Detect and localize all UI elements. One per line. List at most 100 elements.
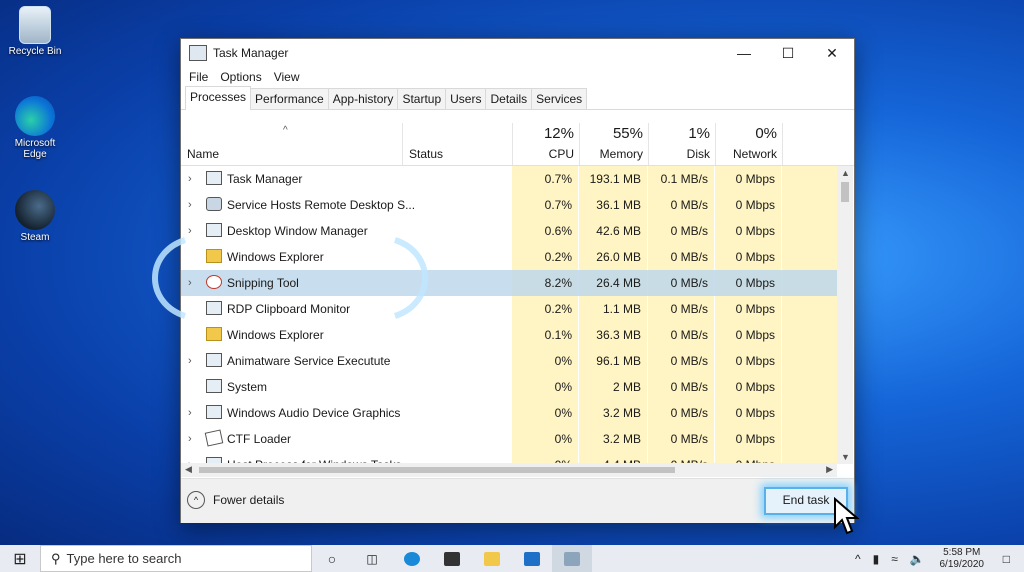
column-name-label: Name [187, 147, 220, 161]
folder-icon [206, 327, 222, 341]
chevron-right-icon[interactable]: › [188, 166, 198, 192]
disk-total: 1% [688, 125, 710, 142]
cortana-button[interactable]: ○ [312, 545, 352, 572]
column-network-label: Network [732, 147, 777, 161]
process-memory: 36.3 MB [596, 328, 641, 342]
start-button[interactable]: ⊞ [0, 549, 40, 569]
desktop-icon-steam[interactable]: Steam [0, 190, 70, 243]
process-network: 0 Mbps [735, 380, 775, 394]
minimize-button[interactable]: — [722, 39, 766, 67]
menu-options[interactable]: Options [214, 70, 267, 84]
process-cpu: 0% [554, 354, 572, 368]
process-name: Animatware Service Executute [227, 354, 391, 368]
tab-services[interactable]: Services [531, 88, 588, 109]
taskmgr-icon [564, 551, 580, 566]
chevron-right-icon[interactable]: › [188, 400, 198, 426]
vertical-scroll-thumb[interactable] [841, 182, 849, 202]
scroll-right-icon[interactable]: ▶ [826, 464, 833, 475]
chevron-right-icon[interactable]: › [188, 348, 198, 374]
mail-icon [524, 551, 540, 566]
wifi-icon[interactable]: ≈ [891, 552, 898, 566]
chevron-right-icon[interactable]: › [188, 426, 198, 452]
clock-date: 6/19/2020 [939, 558, 985, 570]
process-network: 0 Mbps [735, 328, 775, 342]
clock[interactable]: 5:58 PM 6/19/2020 [931, 547, 993, 571]
scroll-left-icon[interactable]: ◀ [185, 464, 192, 475]
process-network: 0 Mbps [735, 224, 775, 238]
taskbar-file-explorer[interactable] [472, 545, 512, 572]
taskbar-edge[interactable] [392, 545, 432, 572]
tab-users[interactable]: Users [445, 88, 487, 109]
process-disk: 0 MB/s [670, 432, 708, 446]
horizontal-scroll-thumb[interactable] [199, 467, 675, 473]
window-icon [206, 405, 222, 419]
scroll-down-icon[interactable]: ▼ [841, 452, 850, 462]
desktop-icon-recycle-bin[interactable]: Recycle Bin [0, 6, 70, 57]
column-name[interactable]: Name [181, 123, 401, 165]
process-row[interactable]: System 0% 2 MB 0 MB/s 0 Mbps [181, 374, 837, 400]
process-network: 0 Mbps [735, 198, 775, 212]
process-disk: 0 MB/s [670, 198, 708, 212]
chevron-right-icon[interactable]: › [188, 192, 198, 218]
tab-app-history[interactable]: App-history [327, 88, 399, 109]
menu-view[interactable]: View [268, 70, 306, 84]
tab-details[interactable]: Details [485, 88, 533, 109]
taskbar-mail[interactable] [512, 545, 552, 572]
mouse-cursor-icon [834, 497, 859, 535]
scroll-up-icon[interactable]: ▲ [841, 168, 850, 178]
process-row[interactable]: › Task Manager 0.7% 193.1 MB 0.1 MB/s 0 Mbps [181, 166, 837, 192]
process-memory: 42.6 MB [596, 224, 641, 238]
column-cpu[interactable]: 12% CPU [512, 123, 580, 165]
right-curved-arrow-icon [393, 237, 428, 319]
horizontal-scrollbar[interactable]: ◀ ▶ [181, 463, 837, 477]
process-disk: 0 MB/s [670, 302, 708, 316]
menu-file[interactable]: File [183, 70, 214, 84]
search-placeholder: Type here to search [66, 551, 182, 566]
process-memory: 26.4 MB [596, 276, 641, 290]
desktop-icon-edge[interactable]: Microsoft Edge [0, 96, 70, 160]
tab-performance[interactable]: Performance [250, 88, 329, 109]
tab-startup[interactable]: Startup [397, 88, 447, 109]
process-disk: 0 MB/s [670, 276, 708, 290]
edge-icon [404, 551, 420, 566]
edge-icon [15, 96, 55, 136]
task-view-button[interactable]: ◫ [352, 545, 392, 572]
vertical-scrollbar[interactable]: ▲ ▼ [837, 166, 853, 464]
chevron-up-icon: ^ [187, 491, 205, 509]
title-bar[interactable]: Task Manager — ☐ ✕ [181, 39, 854, 67]
window-icon [206, 353, 222, 367]
process-cpu: 8.2% [544, 276, 572, 290]
chevron-up-icon[interactable]: ^ [855, 552, 861, 566]
process-memory: 2 MB [612, 380, 641, 394]
taskbar-search-box[interactable]: ⚲ Type here to search [40, 545, 312, 572]
process-cpu: 0.1% [544, 328, 572, 342]
column-status[interactable]: Status [402, 123, 513, 165]
notifications-icon[interactable]: □ [1003, 552, 1010, 566]
store-icon [444, 551, 460, 566]
process-row[interactable]: › CTF Loader 0% 3.2 MB 0 MB/s 0 Mbps [181, 426, 837, 452]
process-cpu: 0.2% [544, 250, 572, 264]
window-icon [206, 379, 222, 393]
volume-icon[interactable]: 🔈 [910, 552, 925, 566]
close-button[interactable]: ✕ [810, 39, 854, 67]
process-cpu: 0.7% [544, 172, 572, 186]
recycle-bin-icon [19, 6, 51, 44]
process-memory: 3.2 MB [602, 406, 641, 420]
fewer-details-button[interactable]: ^ Fower details [187, 491, 284, 509]
process-row[interactable]: › Windows Audio Device Graphics 0% 3.2 MB 0 … [181, 400, 837, 426]
process-network: 0 Mbps [735, 276, 775, 290]
system-tray: ^ ▮ ≈ 🔈 5:58 PM 6/19/2020 □ [849, 545, 1024, 572]
maximize-button[interactable]: ☐ [766, 39, 810, 67]
tab-processes[interactable]: Processes [185, 86, 252, 110]
battery-icon[interactable]: ▮ [873, 552, 880, 566]
taskbar-store[interactable] [432, 545, 472, 572]
column-memory[interactable]: 55% Memory [579, 123, 649, 165]
process-row[interactable]: › Service Hosts Remote Desktop S... 0.7% 36… [181, 192, 837, 218]
column-disk[interactable]: 1% Disk [648, 123, 716, 165]
column-network[interactable]: 0% Network [715, 123, 783, 165]
taskbar-task-manager[interactable] [552, 545, 592, 572]
network-total: 0% [755, 125, 777, 142]
process-cpu: 0.7% [544, 198, 572, 212]
fewer-details-label: Fower details [213, 493, 285, 507]
process-row[interactable]: › Animatware Service Executute 0% 96.1 MB 0 … [181, 348, 837, 374]
